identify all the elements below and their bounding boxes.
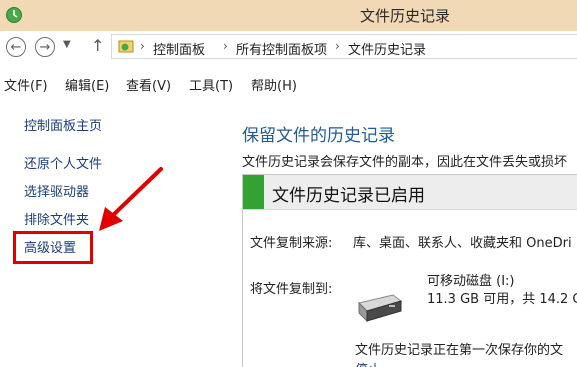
control-panel-icon <box>118 40 134 53</box>
menu-bar: 文件(F) 编辑(E) 查看(V) 工具(T) 帮助(H) <box>0 67 577 95</box>
drive-space: 11.3 GB 可用，共 14.2 G <box>427 292 577 307</box>
menu-file[interactable]: 文件(F) <box>4 75 48 94</box>
arrow-right-icon: → <box>39 39 51 55</box>
drive-name: 可移动磁盘 (I:) <box>427 274 515 289</box>
exclude-folders-link[interactable]: 排除文件夹 <box>24 209 89 228</box>
file-history-window: 文件历史记录 ← → ▼ ↑ › 控制面板 › 所有控制面板项 › 文件历史记录… <box>0 0 577 367</box>
control-panel-home-link[interactable]: 控制面板主页 <box>24 115 102 134</box>
stop-link[interactable]: 停止 <box>355 359 381 367</box>
breadcrumb-separator-icon: › <box>223 39 228 53</box>
source-value: 库、桌面、联系人、收藏夹和 OneDri <box>353 236 572 251</box>
menu-view[interactable]: 查看(V) <box>126 75 171 94</box>
restore-personal-files-link[interactable]: 还原个人文件 <box>24 153 102 172</box>
breadcrumb-control-panel[interactable]: 控制面板 <box>153 39 205 58</box>
select-drive-link[interactable]: 选择驱动器 <box>24 181 89 200</box>
status-panel: 文件历史记录已启用 文件复制来源: 库、桌面、联系人、收藏夹和 OneDri 将… <box>242 174 577 367</box>
menu-edit[interactable]: 编辑(E) <box>65 75 109 94</box>
menu-help[interactable]: 帮助(H) <box>251 75 297 94</box>
destination-label: 将文件复制到: <box>250 282 333 297</box>
menu-tools[interactable]: 工具(T) <box>189 75 233 94</box>
up-arrow-icon[interactable]: ↑ <box>91 36 104 55</box>
recent-locations-chevron-down-icon[interactable]: ▼ <box>63 39 71 50</box>
removable-drive-icon <box>358 294 403 323</box>
red-annotation-arrow-icon <box>99 167 163 231</box>
window-title: 文件历史记录 <box>360 7 451 25</box>
status-title: 文件历史记录已启用 <box>272 186 425 206</box>
back-button[interactable]: ← <box>6 37 26 57</box>
breadcrumb-separator-icon: › <box>140 39 145 53</box>
breadcrumb-separator-icon: › <box>335 39 340 53</box>
page-description: 文件历史记录会保存文件的副本，因此在文件丢失或损坏 <box>242 155 568 170</box>
progress-text: 文件历史记录正在第一次保存你的文 <box>355 343 564 358</box>
arrow-left-icon: ← <box>10 39 22 55</box>
main-content: 保留文件的历史记录 文件历史记录会保存文件的副本，因此在文件丢失或损坏 文件历史… <box>232 95 577 367</box>
page-heading: 保留文件的历史记录 <box>242 126 395 146</box>
address-bar[interactable]: › 控制面板 › 所有控制面板项 › 文件历史记录 <box>111 34 577 59</box>
breadcrumb-file-history[interactable]: 文件历史记录 <box>348 39 426 58</box>
status-banner: 文件历史记录已启用 <box>243 175 577 210</box>
title-bar: 文件历史记录 <box>0 0 577 31</box>
file-history-app-icon <box>6 7 22 23</box>
breadcrumb-all-items[interactable]: 所有控制面板项 <box>236 39 327 58</box>
navigation-bar: ← → ▼ ↑ › 控制面板 › 所有控制面板项 › 文件历史记录 <box>0 31 577 67</box>
forward-button[interactable]: → <box>35 37 55 57</box>
highlight-annotation-box <box>13 231 93 264</box>
status-green-indicator <box>243 175 264 209</box>
source-label: 文件复制来源: <box>250 236 333 251</box>
